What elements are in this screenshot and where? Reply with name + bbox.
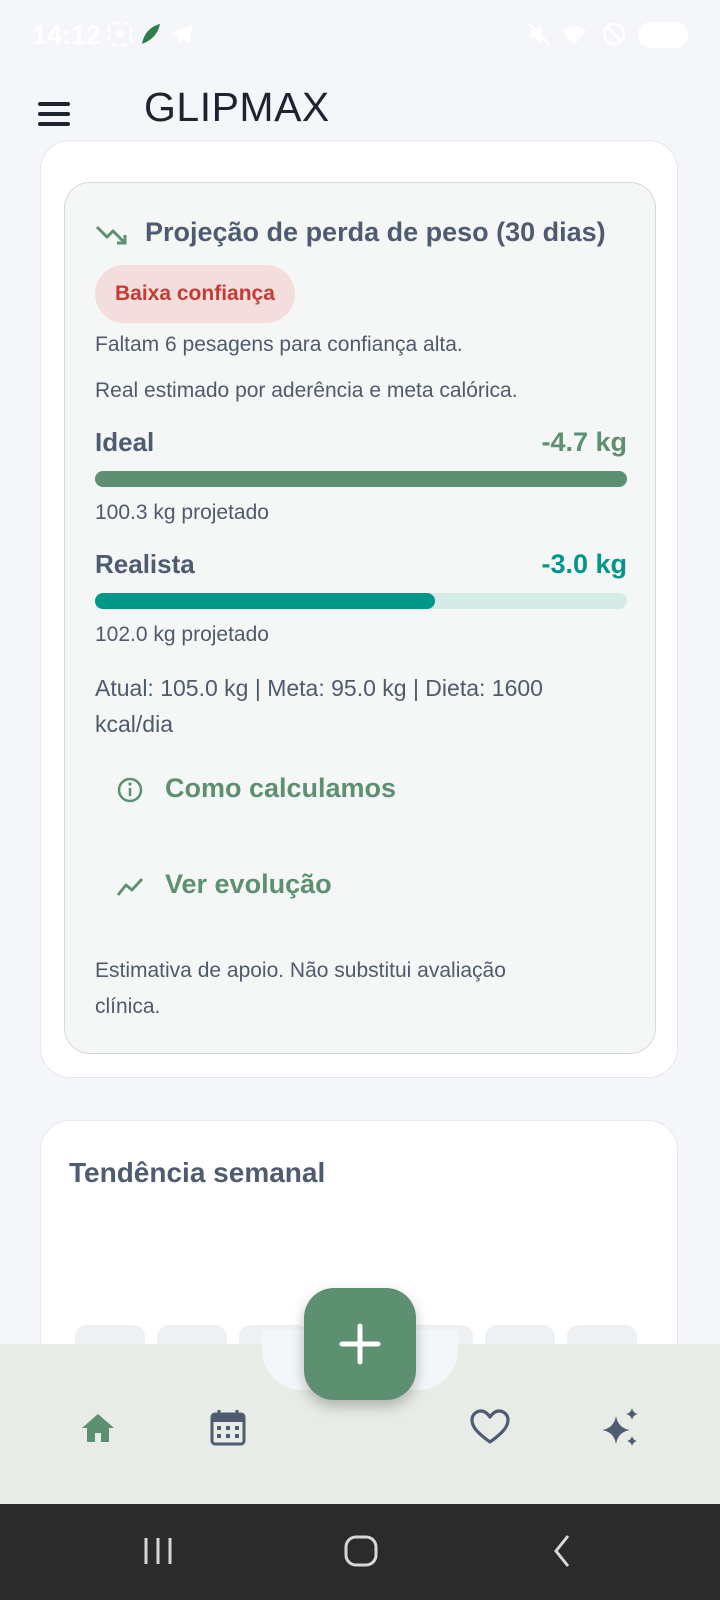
ideal-projected: 100.3 kg projetado	[95, 501, 269, 524]
ideal-progress-track	[95, 471, 627, 487]
add-icon	[339, 1323, 381, 1365]
summary-line-1: Atual: 105.0 kg | Meta: 95.0 kg | Dieta:…	[95, 675, 543, 701]
weighings-note: Faltam 6 pesagens para confiança alta.	[95, 333, 463, 356]
realistic-label: Realista	[95, 549, 195, 579]
nav-favorites[interactable]	[462, 1400, 518, 1456]
weekly-trend-title: Tendência semanal	[69, 1157, 326, 1188]
info-icon	[117, 777, 143, 803]
projection-header: Projeção de perda de peso (30 dias)	[95, 213, 635, 257]
view-evolution-button[interactable]: Ver evolução	[115, 855, 455, 915]
method-note: Real estimado por aderência e meta calór…	[95, 379, 518, 402]
telegram-icon	[171, 24, 193, 44]
summary-line-2: kcal/dia	[95, 711, 173, 737]
realistic-projected: 102.0 kg projetado	[95, 623, 269, 646]
app-leaf-icon	[142, 24, 160, 44]
home-system-icon[interactable]	[338, 1526, 384, 1576]
sparkles-icon	[602, 1408, 638, 1446]
how-we-calculate-button[interactable]: Como calculamos	[115, 759, 455, 819]
realistic-progress-fill	[95, 593, 436, 609]
realistic-value: -3.0 kg	[541, 549, 627, 579]
ideal-label: Ideal	[95, 427, 155, 457]
battery-indicator: 28	[638, 22, 688, 48]
home-icon	[82, 1414, 114, 1442]
nav-ai-assistant[interactable]	[594, 1400, 650, 1456]
wifi-icon	[562, 26, 586, 45]
mute-icon	[528, 23, 550, 45]
realistic-progress-track	[95, 593, 627, 609]
projection-card: Projeção de perda de peso (30 dias) Baix…	[64, 182, 656, 1054]
disclaimer-line-1: Estimativa de apoio. Não substitui avali…	[95, 959, 506, 982]
disclaimer-line-2: clínica.	[95, 995, 161, 1018]
back-icon[interactable]	[548, 1526, 578, 1576]
ideal-value: -4.7 kg	[541, 427, 627, 457]
projection-title: Projeção de perda de peso (30 dias)	[145, 217, 606, 247]
menu-button[interactable]	[34, 94, 78, 134]
view-evolution-label: Ver evolução	[165, 869, 332, 899]
how-we-calculate-label: Como calculamos	[165, 773, 397, 803]
trending-down-icon	[95, 225, 127, 245]
do-not-disturb-icon	[602, 22, 626, 46]
screenshot-icon	[107, 21, 133, 47]
calendar-icon	[210, 1410, 246, 1446]
status-bar: 14:12 28	[0, 0, 720, 68]
ideal-progress-fill	[95, 471, 627, 487]
app-title: GLIPMAX	[144, 84, 330, 130]
confidence-badge: Baixa confiança	[95, 265, 295, 323]
nav-home[interactable]	[70, 1400, 126, 1456]
system-navigation-bar	[0, 1504, 720, 1600]
status-time: 14:12	[32, 20, 102, 50]
recent-apps-icon[interactable]	[140, 1526, 180, 1576]
heart-icon	[470, 1409, 510, 1444]
nav-calendar[interactable]	[200, 1400, 256, 1456]
trending-up-icon	[116, 878, 144, 896]
add-button[interactable]	[304, 1288, 416, 1400]
